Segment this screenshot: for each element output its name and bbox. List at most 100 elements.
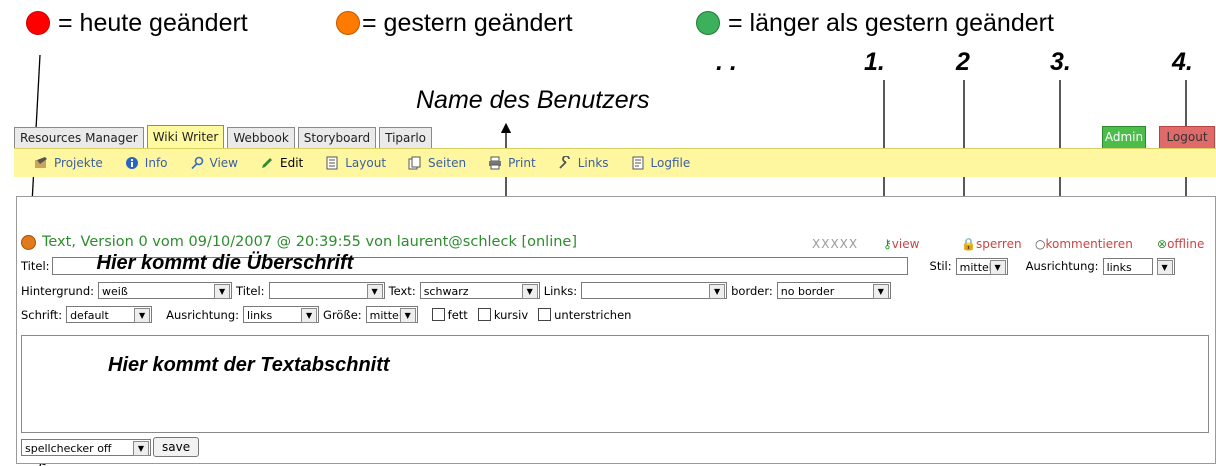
pages-icon [408, 156, 421, 170]
alignment-select[interactable]: links [1102, 257, 1153, 275]
key-icon: ⚷ [883, 237, 892, 251]
lock-action[interactable]: 🔒sperren [961, 237, 1022, 251]
size-select-value: mittel [369, 309, 402, 322]
titel-label: Titel: [21, 259, 50, 273]
offline-action[interactable]: ⊗offline [1157, 237, 1204, 251]
tab-wiki-writer[interactable]: Wiki Writer [146, 125, 225, 148]
bottom-controls: spellchecker off ▼ save [21, 437, 200, 457]
view-action[interactable]: ⚷view [883, 237, 919, 251]
admin-button[interactable]: Admin [1102, 126, 1146, 149]
logfile-icon [632, 156, 644, 170]
stil-label: Stil: [929, 259, 952, 273]
chevron-down-icon: ▼ [214, 284, 231, 299]
orange-dot-icon [336, 11, 360, 35]
italic-checkbox[interactable] [477, 308, 491, 321]
projects-icon [35, 157, 47, 168]
offline-action-label: offline [1167, 237, 1205, 251]
alignment-dropdown-button[interactable]: ▼ [1156, 257, 1175, 275]
menu-label: Layout [345, 156, 387, 170]
font-select-value: default [70, 309, 109, 322]
tab-resources-manager[interactable]: Resources Manager [14, 127, 144, 150]
border-select[interactable]: no border ▼ [776, 282, 891, 299]
pencil-icon [262, 158, 272, 168]
style-select[interactable]: mittel ▼ [955, 257, 1008, 275]
menu-links[interactable]: Links [558, 156, 609, 170]
chevron-down-icon: ▼ [1156, 259, 1173, 275]
underline-label: unterstrichen [554, 307, 632, 322]
tab-storyboard[interactable]: Storyboard [297, 127, 377, 150]
menu-label: Print [508, 156, 536, 170]
annotation-dots: . . [716, 48, 737, 76]
text-color-select[interactable]: schwarz ▼ [419, 282, 540, 299]
annotation-2: 2 [956, 48, 970, 76]
text-label: Text: [388, 283, 416, 298]
menu-bar: Projekte Info View Edit Layout Seiten Pr… [14, 148, 1216, 177]
bold-label: fett [447, 307, 468, 322]
menu-label: Links [577, 156, 609, 170]
alignment-select-value: links [1106, 260, 1132, 274]
links-label: Links: [543, 283, 578, 298]
font-select[interactable]: default ▼ [66, 306, 153, 323]
menu-view[interactable]: View [190, 156, 238, 170]
ausrichtung-label: Ausrichtung: [1025, 259, 1099, 273]
links-select[interactable]: ▼ [581, 282, 728, 299]
menu-edit[interactable]: Edit [260, 156, 303, 170]
menu-projekte[interactable]: Projekte [34, 156, 103, 170]
chevron-down-icon: ▼ [872, 284, 889, 299]
logout-button[interactable]: Logout [1159, 126, 1215, 149]
spellchecker-select[interactable]: spellchecker off ▼ [21, 438, 151, 456]
text-content-area[interactable]: Hier kommt der Textabschnitt [21, 335, 1209, 433]
chevron-down-icon: ▼ [134, 308, 151, 323]
annotation-3: 3. [1050, 48, 1071, 76]
title-input[interactable]: Hier kommt die Überschrift [51, 252, 908, 275]
font-row: Schrift: default ▼ Ausrichtung: links ▼ Gr… [21, 306, 631, 323]
text-alignment-select-value: links [247, 309, 273, 322]
lock-action-label: sperren [975, 237, 1022, 251]
size-select[interactable]: mittel ▼ [365, 306, 418, 323]
italic-label: kursiv [493, 307, 529, 322]
underline-checkbox[interactable] [538, 308, 552, 321]
annotation-user-name: Name des Benutzers [416, 86, 650, 114]
menu-label: Seiten [428, 156, 467, 170]
legend-older: = länger als gestern geändert [696, 6, 1054, 40]
menu-label: Info [144, 156, 168, 170]
app-tabs: Resources Manager Wiki Writer Webbook St… [14, 125, 1216, 150]
menu-label: Logfile [650, 156, 691, 170]
green-dot-icon [696, 11, 720, 35]
text-editor-panel: Text, Version 0 vom 09/10/2007 @ 20:39:5… [16, 196, 1216, 464]
info-icon [125, 157, 138, 169]
annotation-4: 4. [1172, 48, 1193, 76]
bold-checkbox[interactable] [431, 308, 445, 321]
comment-icon: ○ [1035, 237, 1046, 251]
style-select-value: mittel [959, 260, 992, 274]
wrench-icon [559, 156, 570, 169]
tab-tiparlo[interactable]: Tiparlo [379, 127, 433, 150]
chevron-down-icon: ▼ [709, 284, 726, 299]
menu-logfile[interactable]: Logfile [631, 156, 691, 170]
annotation-1: 1. [864, 48, 885, 76]
text-hint: Hier kommt der Textabschnitt [108, 354, 390, 376]
printer-icon [489, 156, 502, 170]
spellchecker-select-value: spellchecker off [25, 441, 112, 455]
background-select[interactable]: weiß ▼ [98, 282, 233, 299]
comment-action[interactable]: ○kommentieren [1035, 237, 1133, 251]
hintergrund-label: Hintergrund: [21, 283, 95, 298]
view-action-label: view [891, 237, 920, 251]
text-color-select-value: schwarz [423, 285, 469, 298]
menu-label: View [209, 156, 238, 170]
legend-today: = heute geändert [26, 6, 248, 40]
text-alignment-select[interactable]: links ▼ [243, 306, 320, 323]
title-color-select[interactable]: ▼ [268, 282, 385, 299]
menu-layout[interactable]: Layout [325, 156, 386, 170]
legend-today-label: = heute geändert [58, 8, 248, 37]
legend-yesterday: = gestern geändert [336, 6, 573, 40]
menu-label: Projekte [54, 156, 103, 170]
menu-print[interactable]: Print [488, 156, 536, 170]
menu-seiten[interactable]: Seiten [408, 156, 466, 170]
tab-webbook[interactable]: Webbook [227, 127, 295, 150]
chevron-down-icon: ▼ [301, 308, 318, 323]
save-button[interactable]: save [153, 437, 200, 457]
version-header: Text, Version 0 vom 09/10/2007 @ 20:39:5… [21, 231, 1211, 253]
menu-info[interactable]: Info [125, 156, 168, 170]
legend-older-label: = länger als gestern geändert [728, 8, 1054, 37]
